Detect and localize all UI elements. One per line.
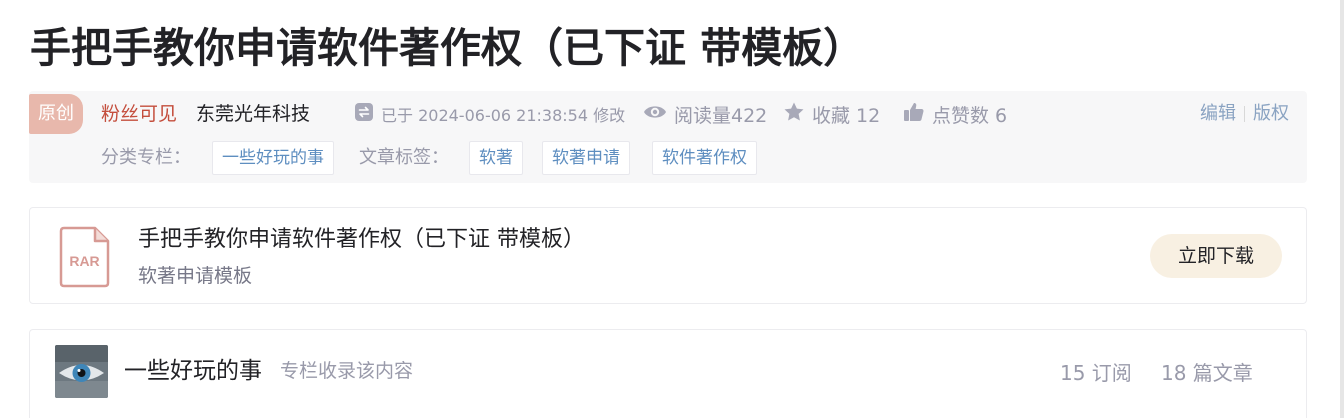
download-card[interactable]: RAR 手把手教你申请软件著作权（已下证 带模板） 软著申请模板 立即下载 (29, 207, 1307, 304)
page-title: 手把手教你申请软件著作权（已下证 带模板） (30, 24, 865, 72)
view-count-text: 阅读量422 (674, 104, 768, 127)
column-note: 专栏收录该内容 (280, 360, 414, 382)
download-title[interactable]: 手把手教你申请软件著作权（已下证 带模板） (138, 224, 585, 256)
download-subtitle: 软著申请模板 (138, 265, 253, 287)
like-button[interactable]: 点赞数 6 (903, 101, 1007, 127)
refresh-icon (354, 102, 374, 126)
favorite-button[interactable]: 收藏 12 (783, 101, 880, 127)
star-icon (783, 101, 805, 128)
favorite-count: 收藏 12 (812, 104, 881, 127)
category-label: 分类专栏： (101, 147, 191, 168)
divider (1244, 106, 1245, 122)
eye-icon (643, 103, 667, 126)
column-name[interactable]: 一些好玩的事 (124, 354, 262, 388)
modified-text: 已于 2024-06-06 21:38:54 修改 (381, 106, 626, 125)
file-type-label: RAR (69, 253, 99, 269)
rar-file-icon: RAR (59, 226, 110, 288)
copyright-link[interactable]: 版权 (1253, 101, 1289, 127)
scrollbar[interactable] (1340, 0, 1344, 418)
edit-links: 编辑 版权 (1200, 101, 1289, 127)
column-articles: 18 篇文章 (1161, 361, 1253, 385)
article-tag[interactable]: 软著 (469, 141, 523, 175)
like-count: 点赞数 6 (932, 104, 1008, 127)
thumbs-up-icon (903, 101, 925, 128)
edit-link[interactable]: 编辑 (1200, 101, 1236, 127)
category-tag[interactable]: 一些好玩的事 (212, 141, 334, 175)
original-badge: 原创 (29, 94, 83, 134)
article-tag[interactable]: 软件著作权 (652, 141, 757, 175)
download-button[interactable]: 立即下载 (1150, 234, 1282, 278)
view-count: 阅读量422 (643, 101, 767, 127)
column-card[interactable]: 一些好玩的事 专栏收录该内容 15 订阅 18 篇文章 (29, 329, 1307, 418)
modified-info: 已于 2024-06-06 21:38:54 修改 (354, 101, 625, 127)
fans-only-label: 粉丝可见 (101, 103, 178, 125)
column-avatar[interactable] (55, 345, 108, 398)
article-tag[interactable]: 软著申请 (542, 141, 630, 175)
column-subscriptions: 15 订阅 (1060, 361, 1132, 385)
article-meta-box: 原创 粉丝可见 东莞光年科技 已于 2024-06-06 21:38:54 修改… (29, 91, 1307, 183)
tags-label: 文章标签： (359, 147, 449, 168)
author-link[interactable]: 东莞光年科技 (196, 101, 310, 127)
